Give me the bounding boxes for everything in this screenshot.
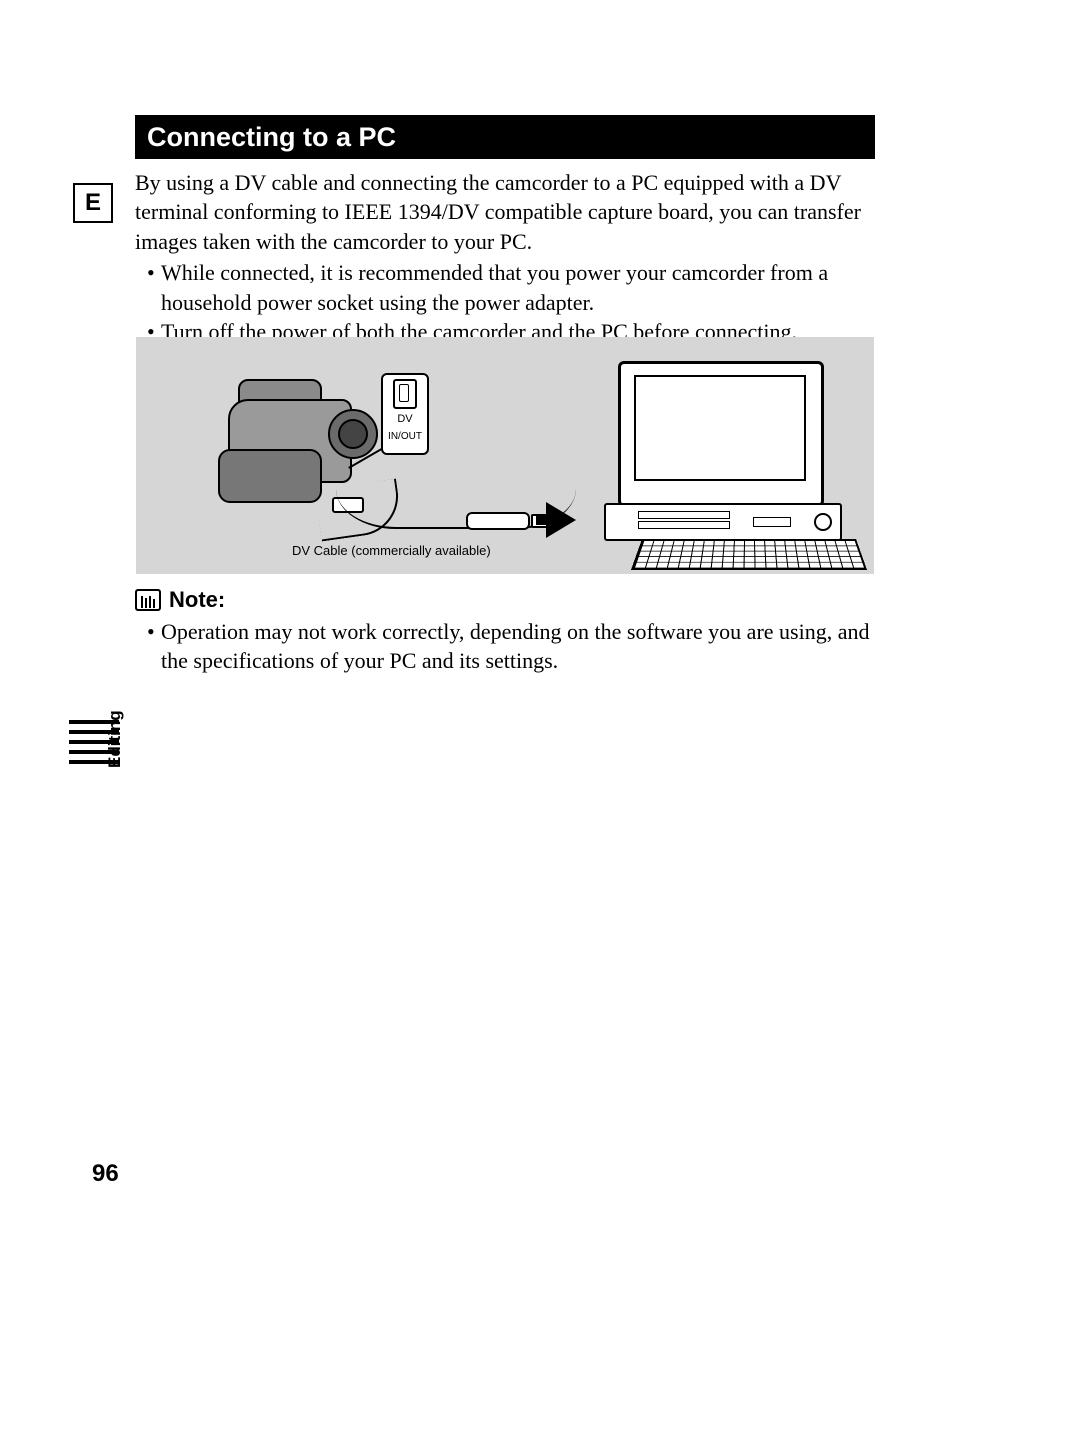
- dv-inout-label: IN/OUT: [383, 431, 427, 442]
- dv-port-icon: [393, 379, 417, 409]
- page-title: Connecting to a PC: [135, 115, 875, 159]
- cable-caption: DV Cable (commercially available): [292, 543, 491, 558]
- note-heading-text: Note:: [169, 587, 225, 613]
- note-bullet: Operation may not work correctly, depend…: [147, 617, 875, 676]
- note-heading: Note:: [135, 587, 875, 613]
- note-section: Note: Operation may not work correctly, …: [135, 587, 875, 676]
- dv-port-callout: DV IN/OUT: [381, 373, 429, 455]
- side-chapter-tab: Editing: [69, 720, 119, 830]
- note-bullet-list: Operation may not work correctly, depend…: [135, 617, 875, 676]
- intro-bullet: While connected, it is recommended that …: [147, 258, 875, 317]
- section-marker-e: E: [73, 183, 113, 223]
- manual-page: Connecting to a PC E By using a DV cable…: [0, 0, 1080, 1443]
- signal-arrow-icon: [546, 502, 576, 538]
- page-number: 96: [92, 1160, 119, 1188]
- cable-ferrite: [466, 512, 530, 530]
- pc-illustration: [578, 361, 858, 566]
- connection-diagram: DV IN/OUT DV Cable (commercially availab…: [136, 337, 874, 574]
- dv-label: DV: [383, 413, 427, 425]
- intro-paragraph: By using a DV cable and connecting the c…: [135, 168, 875, 256]
- side-tab-label: Editing: [105, 710, 125, 768]
- note-icon: [135, 589, 161, 611]
